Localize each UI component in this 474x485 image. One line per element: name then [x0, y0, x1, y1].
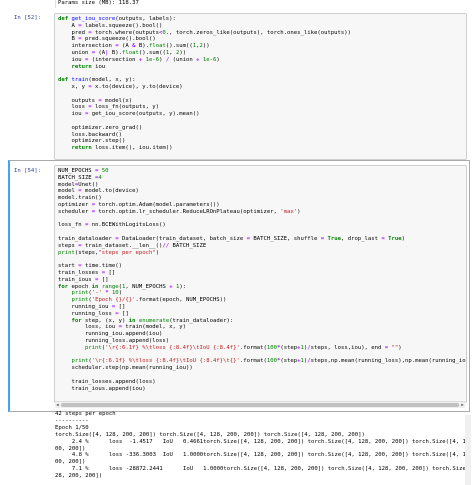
code-cell-1[interactable]: def get_iou_score(outputs, labels): A = … — [54, 13, 467, 160]
code-line[interactable]: iou = get_iou_score(outputs, y).mean() — [58, 111, 199, 117]
code-line[interactable]: optimizer.zero_grad() — [58, 125, 142, 131]
scrollbar-thumb[interactable] — [61, 403, 459, 407]
cell-prompt: In [54]: — [14, 168, 41, 174]
code-line[interactable]: for epoch in range(1, NUM_EPOCHS + 1): — [58, 284, 186, 290]
code-line[interactable]: running_loss = [] — [58, 311, 128, 317]
code-line[interactable]: loss_fn = nn.BCEWithLogitsLoss() — [58, 222, 166, 228]
code-editor[interactable]: NUM_EPOCHS = 50 BATCH_SIZE =4 model=Unet… — [55, 166, 466, 394]
code-cell-2[interactable]: NUM_EPOCHS = 50 BATCH_SIZE =4 model=Unet… — [54, 165, 467, 403]
code-line[interactable]: print('\r{:6.1f} %\tloss {:8.4f}\tIoU {:… — [58, 345, 402, 351]
output-line: 00, 200]) — [55, 445, 86, 452]
code-line[interactable]: steps = train_dataset.__len__()// BATCH_… — [58, 243, 206, 249]
code-line[interactable]: return iou — [58, 64, 105, 70]
code-line[interactable]: train_dataloader = DataLoader(train_data… — [58, 236, 405, 242]
code-line[interactable]: print(steps,"steps per epoch") — [58, 250, 159, 256]
code-line[interactable]: loss.backward() — [58, 132, 122, 138]
code-line[interactable]: running_loss.append(loss) — [58, 338, 169, 344]
horizontal-scrollbar[interactable]: ◀ ▶ — [55, 401, 465, 408]
code-line[interactable]: scheduler = torch.optim.lr_scheduler.Red… — [58, 209, 301, 215]
code-line[interactable]: print('-' * 10) — [58, 290, 122, 296]
code-line[interactable]: print('Epoch {}/{}'.format(epoch, NUM_EP… — [58, 297, 226, 303]
code-line[interactable]: train_losses = [] — [58, 270, 115, 276]
code-line[interactable]: model=Unet() — [58, 182, 98, 188]
output-line: 42 steps per epoch — [55, 411, 116, 417]
code-line[interactable]: train_ious.append(iou) — [58, 386, 145, 392]
previous-output: Params size (MB): 118.37 — [55, 0, 466, 8]
output-line: 2.4 % loss -1.4517 IoU 0.4661torch.Size(… — [55, 438, 465, 445]
code-line[interactable]: pred = torch.where(outputs<0., torch.zer… — [58, 30, 351, 36]
code-line[interactable]: x, y = x.to(device), y.to(device) — [58, 84, 182, 90]
code-line[interactable]: train_ious = [] — [58, 277, 109, 283]
code-line[interactable]: optimizer.step() — [58, 138, 125, 144]
cell-output: 42 steps per epoch ---------- Epoch 1/50… — [55, 411, 465, 480]
code-line[interactable]: outputs = model(x) — [58, 98, 132, 104]
code-line[interactable]: train_losses.append(loss) — [58, 379, 155, 385]
cell-prompt: In [52]: — [14, 15, 41, 21]
code-line[interactable]: B = pred.squeeze().bool() — [58, 36, 155, 42]
code-line[interactable]: A = labels.squeeze().bool() — [58, 23, 162, 29]
code-line[interactable]: running_iou = [] — [58, 304, 125, 310]
output-line: 4.8 % loss -336.3003 IoU 1.0000torch.Siz… — [55, 452, 465, 459]
code-line[interactable]: NUM_EPOCHS = 50 — [58, 168, 109, 174]
code-editor[interactable]: def get_iou_score(outputs, labels): A = … — [55, 14, 466, 154]
output-vertical-scrollbar[interactable] — [465, 415, 471, 485]
output-line: torch.Size([4, 128, 200, 200]) torch.Siz… — [55, 431, 365, 438]
code-line[interactable]: optimizer = torch.optim.Adam(model.param… — [58, 202, 220, 208]
code-line[interactable]: for step, (x, y) in enumerate(train_data… — [58, 318, 233, 324]
code-line[interactable]: intersection = (A & B).float().sum((1,2)… — [58, 43, 209, 49]
code-line[interactable]: union = (A| B).float().sum((1, 2)) — [58, 50, 186, 56]
code-line[interactable]: BATCH_SIZE =4 — [58, 175, 102, 181]
scroll-right-icon[interactable]: ▶ — [460, 402, 465, 408]
code-line[interactable]: def train(model, x, y): — [58, 77, 135, 83]
output-line: ---------- — [55, 417, 89, 424]
code-line[interactable]: def get_iou_score(outputs, labels): — [58, 16, 176, 22]
code-line[interactable]: print('\r{:6.1f} %\tloss {:8.4f}\tIoU {:… — [58, 358, 466, 364]
params-size-text: Params size (MB): 118.37 — [58, 0, 139, 6]
code-line[interactable]: scheduler.step(np.mean(running_iou)) — [58, 365, 192, 371]
code-line[interactable]: model = model.to(device) — [58, 188, 139, 194]
output-line: 28, 200, 200]) — [55, 473, 103, 480]
output-line: Epoch 1/50 — [55, 424, 89, 431]
code-line[interactable]: start = time.time() — [58, 263, 122, 269]
code-line[interactable]: running_iou.append(iou) — [58, 331, 162, 337]
code-line[interactable]: iou = (intersection + 1e-6) / (union + 1… — [58, 57, 219, 63]
code-line[interactable]: loss = loss_fn(outputs, y) — [58, 104, 159, 110]
code-line[interactable]: return loss.item(), iou.item() — [58, 145, 172, 151]
code-line[interactable]: loss, iou = train(model, x, y) — [58, 324, 186, 330]
scroll-left-icon[interactable]: ◀ — [55, 402, 60, 408]
code-line[interactable]: model.train() — [58, 195, 102, 201]
output-line: 00, 200]) — [55, 459, 86, 466]
output-line: 7.1 % loss -28872.2441 IoU 1.0000torch.S… — [55, 466, 465, 473]
